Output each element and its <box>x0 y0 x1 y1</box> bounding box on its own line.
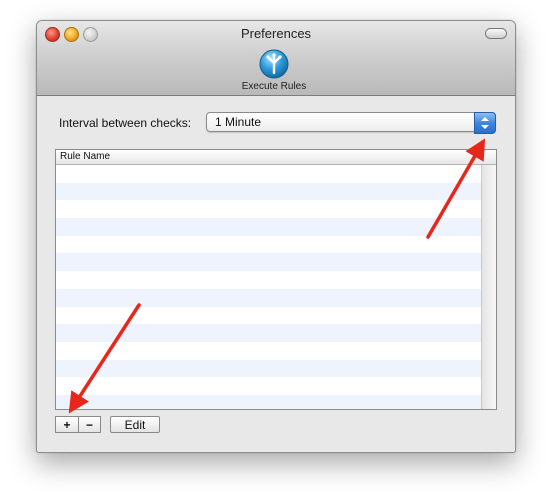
table-header[interactable]: Rule Name <box>56 150 496 165</box>
table-row <box>56 324 481 342</box>
execute-rules-icon <box>259 49 289 79</box>
table-row <box>56 306 481 325</box>
interval-selected-value: 1 Minute <box>215 115 262 129</box>
table-row <box>56 394 481 409</box>
toolbar-item-label: Execute Rules <box>241 81 307 92</box>
table-row <box>56 200 481 219</box>
dropdown-arrows-icon[interactable] <box>474 112 496 134</box>
window-title: Preferences <box>240 26 312 41</box>
table-row <box>56 377 481 395</box>
interval-dropdown[interactable]: 1 Minute <box>206 112 496 134</box>
add-remove-group: + − <box>55 416 101 434</box>
table-row <box>56 218 481 236</box>
preferences-content: Interval between checks: 1 Minute Rule N… <box>37 96 515 452</box>
table-row <box>56 288 481 307</box>
preferences-window: Preferences Execute Rules Interval betwe… <box>36 20 516 453</box>
table-row <box>56 182 481 201</box>
edit-rule-button[interactable]: Edit <box>110 416 160 433</box>
add-rule-button[interactable]: + <box>55 416 78 433</box>
table-row <box>56 271 481 289</box>
window-toolbar: Preferences Execute Rules <box>37 21 515 96</box>
table-row <box>56 341 481 360</box>
table-row <box>56 165 481 183</box>
rules-table[interactable]: Rule Name <box>55 149 497 410</box>
vertical-scrollbar[interactable] <box>481 165 496 409</box>
remove-rule-button[interactable]: − <box>78 416 101 433</box>
table-row <box>56 253 481 272</box>
table-row <box>56 359 481 378</box>
toolbar-item-execute-rules[interactable]: Execute Rules <box>229 49 319 92</box>
table-rows[interactable] <box>56 165 481 409</box>
table-row <box>56 235 481 254</box>
interval-label: Interval between checks: <box>59 116 192 130</box>
column-header-rule-name[interactable]: Rule Name <box>60 151 110 162</box>
